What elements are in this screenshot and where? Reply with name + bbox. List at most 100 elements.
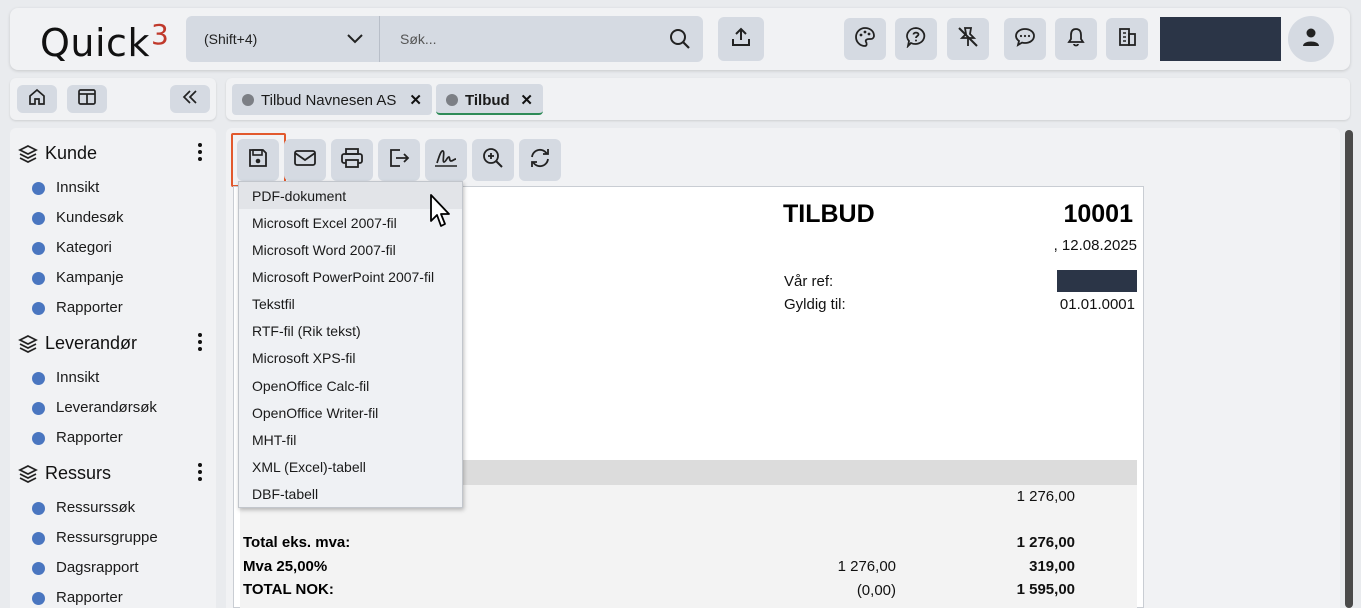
upload-button[interactable] (718, 17, 764, 61)
print-icon (340, 146, 364, 175)
sidebar-item-dagsrapport[interactable]: Dagsrapport (32, 557, 202, 579)
home-button[interactable] (17, 85, 57, 113)
kebab-menu-icon[interactable] (197, 142, 203, 167)
sidebar-item-innsikt[interactable]: Innsikt (32, 177, 202, 199)
vat-base: 1 276,00 (837, 558, 896, 575)
vertical-scrollbar[interactable] (1345, 130, 1353, 608)
menu-item-powerpoint[interactable]: Microsoft PowerPoint 2007-fil (239, 263, 462, 290)
kebab-menu-icon[interactable] (197, 332, 203, 357)
menu-item-calc[interactable]: OpenOffice Calc-fil (239, 372, 462, 399)
sidebar-section-kunde[interactable]: Kunde (18, 138, 208, 168)
search-scope-select[interactable]: (Shift+4) (186, 16, 380, 62)
save-button-highlight (231, 133, 286, 187)
bullet-icon (32, 502, 45, 515)
print-button[interactable] (331, 139, 373, 181)
bullet-icon (32, 212, 45, 225)
tab-tilbud-navnesen[interactable]: Tilbud Navnesen AS ✕ (232, 84, 432, 115)
refresh-icon (528, 146, 552, 175)
avatar[interactable] (1288, 16, 1334, 62)
menu-item-writer[interactable]: OpenOffice Writer-fil (239, 399, 462, 426)
menu-item-text[interactable]: Tekstfil (239, 290, 462, 317)
sidebar-item-kategori[interactable]: Kategori (32, 237, 202, 259)
layout-icon (77, 88, 97, 111)
line-amount: 1 276,00 (1016, 488, 1075, 505)
valid-until-value: 01.01.0001 (1059, 296, 1135, 313)
search-icon[interactable] (669, 28, 691, 55)
sidebar-item-kundesok[interactable]: Kundesøk (32, 207, 202, 229)
close-icon[interactable]: ✕ (520, 91, 533, 109)
sidebar-item-ressursgruppe[interactable]: Ressursgruppe (32, 527, 202, 549)
menu-item-word[interactable]: Microsoft Word 2007-fil (239, 236, 462, 263)
sidebar-item-leverandorsok[interactable]: Leverandørsøk (32, 397, 202, 419)
sidebar-toolbar (10, 78, 216, 120)
sidebar-item-ressurssok[interactable]: Ressurssøk (32, 497, 202, 519)
menu-item-xps[interactable]: Microsoft XPS-fil (239, 344, 462, 371)
chat-button[interactable] (1004, 18, 1046, 60)
menu-item-mht[interactable]: MHT-fil (239, 426, 462, 453)
notifications-button[interactable] (1055, 18, 1097, 60)
layers-icon (18, 144, 38, 169)
user-name-redacted[interactable] (1160, 17, 1281, 61)
email-icon (293, 148, 317, 173)
our-ref-label: Vår ref: (784, 273, 834, 290)
bullet-icon (32, 272, 45, 285)
sign-button[interactable] (425, 139, 467, 181)
menu-item-dbf[interactable]: DBF-tabell (239, 480, 462, 507)
total-ex-vat-label: Total eks. mva: (243, 534, 351, 551)
section-title: Ressurs (45, 463, 112, 483)
sidebar-item-innsikt[interactable]: Innsikt (32, 367, 202, 389)
export-button[interactable] (378, 139, 420, 181)
rounding-value: (0,00) (856, 582, 896, 599)
close-icon[interactable]: ✕ (409, 91, 422, 109)
sidebar-item-kampanje[interactable]: Kampanje (32, 267, 202, 289)
sidebar: Kunde Innsikt Kundesøk Kategori Kampanje… (10, 128, 216, 608)
help-button[interactable] (895, 18, 937, 60)
valid-until-label: Gyldig til: (784, 296, 846, 313)
no-pin-icon (956, 25, 980, 54)
top-bar: Quick3 (Shift+4) (10, 8, 1350, 70)
help-icon (905, 26, 927, 53)
chat-icon (1014, 26, 1036, 53)
section-title: Leverandør (45, 333, 138, 353)
layers-icon (18, 464, 38, 489)
sidebar-item-rapporter[interactable]: Rapporter (32, 587, 202, 608)
theme-button[interactable] (844, 18, 886, 60)
section-title: Kunde (45, 143, 98, 163)
upload-icon (729, 25, 753, 54)
sidebar-section-leverandor[interactable]: Leverandør (18, 328, 208, 358)
export-icon (387, 146, 411, 175)
bullet-icon (32, 432, 45, 445)
sidebar-item-rapporter[interactable]: Rapporter (32, 427, 202, 449)
total-ex-vat-value: 1 276,00 (1016, 534, 1075, 551)
zoom-in-icon (481, 146, 505, 175)
email-button[interactable] (284, 139, 326, 181)
menu-item-xml[interactable]: XML (Excel)-tabell (239, 453, 462, 480)
bullet-icon (32, 182, 45, 195)
bullet-icon (32, 302, 45, 315)
bullet-icon (32, 532, 45, 545)
menu-item-rtf[interactable]: RTF-fil (Rik tekst) (239, 317, 462, 344)
pin-toggle-button[interactable] (947, 18, 989, 60)
bullet-icon (32, 592, 45, 605)
search-input[interactable] (390, 16, 660, 62)
tab-status-dot (242, 94, 254, 106)
tab-tilbud[interactable]: Tilbud ✕ (436, 84, 543, 115)
signature-icon (433, 147, 459, 174)
sidebar-item-rapporter[interactable]: Rapporter (32, 297, 202, 319)
palette-icon (854, 26, 876, 53)
tabs-bar: Tilbud Navnesen AS ✕ Tilbud ✕ (226, 78, 1350, 120)
bullet-icon (32, 562, 45, 575)
tab-label: Tilbud Navnesen AS (261, 92, 397, 109)
sidebar-section-ressurs[interactable]: Ressurs (18, 458, 208, 488)
document-date: , 12.08.2025 (1053, 237, 1137, 254)
double-chevron-left-icon (180, 88, 200, 111)
collapse-sidebar-button[interactable] (170, 85, 210, 113)
refresh-button[interactable] (519, 139, 561, 181)
kebab-menu-icon[interactable] (197, 462, 203, 487)
zoom-in-button[interactable] (472, 139, 514, 181)
bullet-icon (32, 402, 45, 415)
layout-button[interactable] (67, 85, 107, 113)
company-button[interactable] (1106, 18, 1148, 60)
bullet-icon (32, 372, 45, 385)
app-logo[interactable]: Quick3 (40, 18, 169, 65)
